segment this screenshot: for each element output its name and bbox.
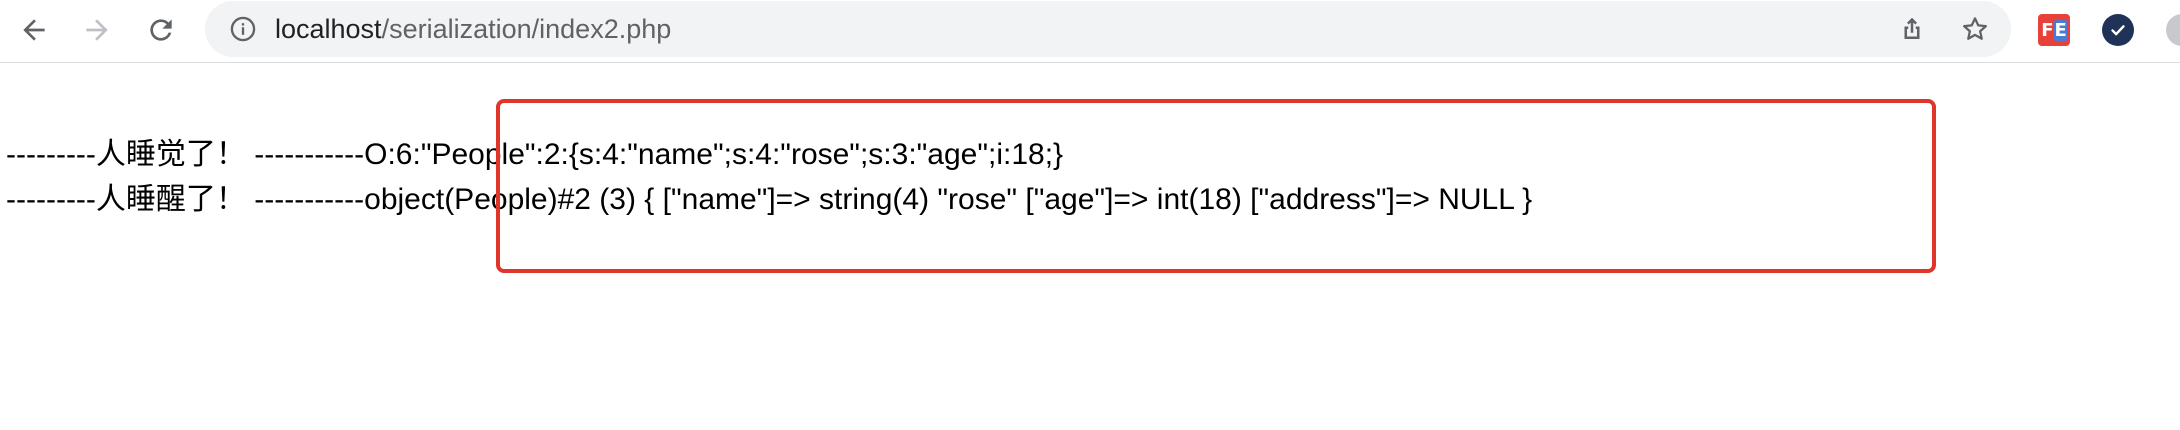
reload-button[interactable] (139, 8, 183, 52)
fe-helper-extension[interactable]: FE (2036, 12, 2072, 48)
arrow-right-icon (86, 19, 108, 41)
url-text[interactable]: localhost/serialization/index2.php (275, 1, 671, 57)
arrow-left-icon (23, 19, 45, 41)
reload-icon (150, 19, 172, 41)
check-extension[interactable] (2100, 12, 2136, 48)
highlight-annotation-box (496, 99, 1936, 273)
bookmark-button[interactable] (1957, 11, 1993, 47)
url-path: /serialization/index2.php (381, 14, 672, 44)
line1-prefix: ---------人睡觉了！ ----------- (6, 138, 365, 171)
extension-icon[interactable] (2166, 14, 2180, 46)
page-content: ---------人睡觉了！ -----------O:6:"People":2… (0, 63, 2180, 430)
forward-button[interactable] (75, 8, 119, 52)
back-button[interactable] (12, 8, 56, 52)
browser-toolbar: localhost/serialization/index2.php FE (0, 0, 2180, 63)
line2-prefix: ---------人睡醒了！ ----------- (6, 183, 365, 216)
info-icon[interactable] (229, 15, 257, 43)
share-button[interactable] (1894, 11, 1930, 47)
address-bar[interactable]: localhost/serialization/index2.php (205, 1, 2011, 57)
star-icon (1963, 17, 1987, 40)
checkmark-icon (2102, 14, 2134, 46)
fe-helper-icon: FE (2038, 14, 2070, 46)
share-icon (1904, 17, 1920, 39)
url-host: localhost (275, 14, 382, 44)
